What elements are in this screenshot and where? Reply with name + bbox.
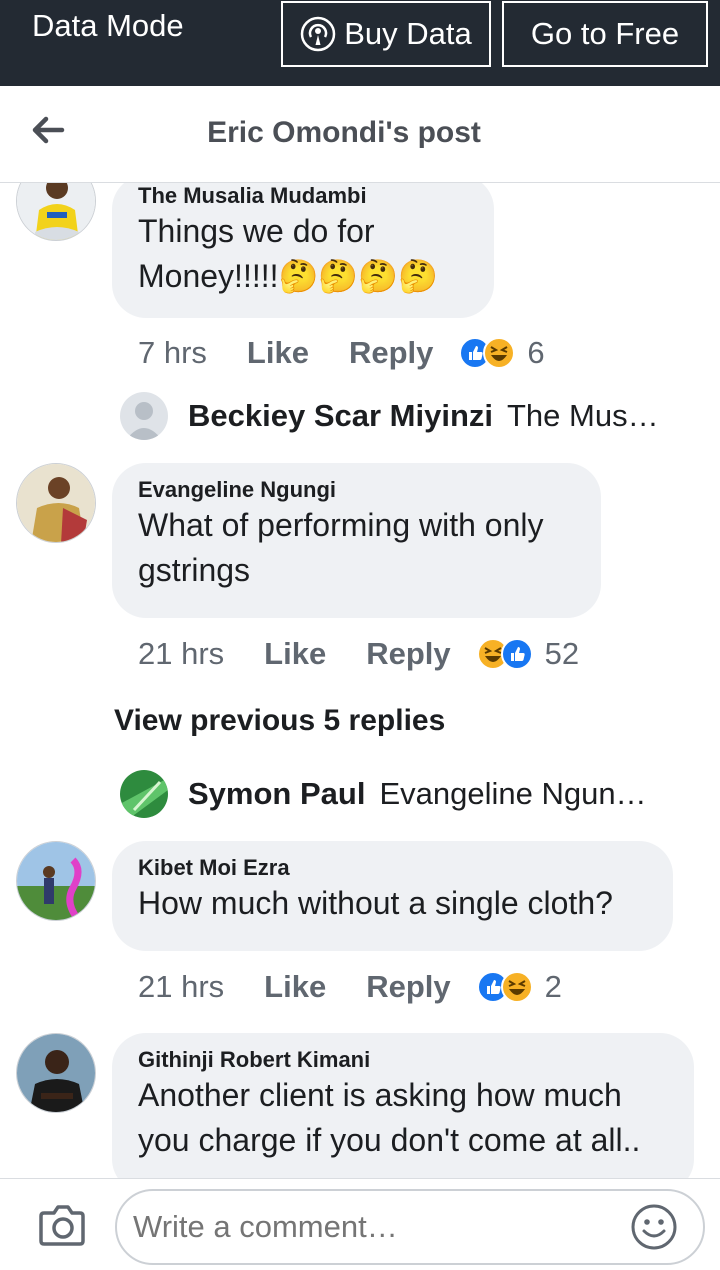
reply-button[interactable]: Reply: [366, 969, 450, 1005]
comment-actions: 21 hrs Like Reply 2: [138, 967, 562, 1007]
post-header: Eric Omondi's post: [0, 86, 720, 183]
reply-button[interactable]: Reply: [349, 335, 433, 371]
timestamp: 21 hrs: [138, 636, 225, 671]
haha-reaction-icon: [483, 337, 516, 369]
reactions[interactable]: 6: [459, 335, 545, 371]
avatar[interactable]: [16, 183, 96, 241]
reply-text: The Mus…: [507, 398, 659, 433]
reaction-count: 6: [527, 335, 545, 370]
buy-data-button[interactable]: Buy Data: [281, 1, 491, 67]
timestamp: 7 hrs: [138, 335, 207, 370]
comments-feed[interactable]: The Musalia Mudambi Things we do for Mon…: [0, 183, 720, 1178]
view-previous-replies-link[interactable]: View previous 5 replies: [114, 704, 445, 738]
emoji-icon[interactable]: [630, 1203, 678, 1251]
comment-bubble[interactable]: The Musalia Mudambi Things we do for Mon…: [112, 183, 494, 318]
avatar[interactable]: [16, 841, 96, 921]
data-mode-label: Data Mode: [32, 8, 184, 43]
reply-preview[interactable]: Symon Paul Evangeline Ngun…: [120, 769, 647, 819]
comment-author[interactable]: Evangeline Ngungi: [138, 477, 575, 503]
comment-actions: 21 hrs Like Reply 52: [138, 634, 579, 674]
reactions[interactable]: 2: [476, 969, 562, 1005]
comment-bubble[interactable]: Evangeline Ngungi What of performing wit…: [112, 463, 601, 618]
reaction-count: 2: [544, 969, 562, 1004]
like-reaction-icon: [500, 638, 533, 670]
broadcast-icon: [300, 16, 336, 52]
comment-author[interactable]: Kibet Moi Ezra: [138, 855, 647, 881]
page-title: Eric Omondi's post: [207, 116, 481, 149]
reaction-count: 52: [544, 636, 580, 671]
comment-bubble[interactable]: Githinji Robert Kimani Another client is…: [112, 1033, 694, 1178]
avatar: [120, 392, 168, 440]
timestamp: 21 hrs: [138, 969, 225, 1004]
buy-data-label: Buy Data: [344, 16, 472, 51]
comment-bubble[interactable]: Kibet Moi Ezra How much without a single…: [112, 841, 673, 951]
comment-text: you charge if you don't come at all..: [138, 1122, 641, 1158]
reply-preview[interactable]: Beckiey Scar Miyinzi The Mus…: [120, 391, 659, 441]
comment-text: Things we do for: [138, 213, 375, 249]
avatar[interactable]: [16, 1033, 96, 1113]
comment-composer: [0, 1178, 720, 1270]
comment-text: What of performing with only: [138, 507, 544, 543]
comment-input[interactable]: [115, 1189, 705, 1265]
comment-text: gstrings: [138, 552, 251, 588]
comment-author[interactable]: Githinji Robert Kimani: [138, 1047, 668, 1073]
comment-text: How much without a single cloth?: [138, 885, 613, 921]
reactions[interactable]: 52: [476, 636, 580, 672]
avatar[interactable]: [16, 463, 96, 543]
reply-author[interactable]: Beckiey Scar Miyinzi: [188, 398, 493, 434]
haha-reaction-icon: [500, 971, 533, 1003]
go-to-free-label: Go to Free: [530, 16, 680, 51]
data-mode-bar: Data Mode Buy Data Go to Free: [0, 0, 720, 86]
comment-author[interactable]: The Musalia Mudambi: [138, 183, 468, 209]
go-to-free-button[interactable]: Go to Free: [502, 1, 708, 67]
like-button[interactable]: Like: [247, 335, 309, 371]
comment-text: Money!!!!!🤔🤔🤔🤔: [138, 258, 438, 294]
like-button[interactable]: Like: [264, 969, 326, 1005]
comment-actions: 7 hrs Like Reply 6: [138, 333, 545, 373]
like-button[interactable]: Like: [264, 636, 326, 672]
reply-author[interactable]: Symon Paul: [188, 776, 365, 812]
reply-button[interactable]: Reply: [366, 636, 450, 672]
comment-text: Another client is asking how much: [138, 1077, 622, 1113]
camera-icon[interactable]: [38, 1203, 86, 1247]
avatar: [120, 770, 168, 818]
reply-text: Evangeline Ngun…: [379, 776, 647, 811]
